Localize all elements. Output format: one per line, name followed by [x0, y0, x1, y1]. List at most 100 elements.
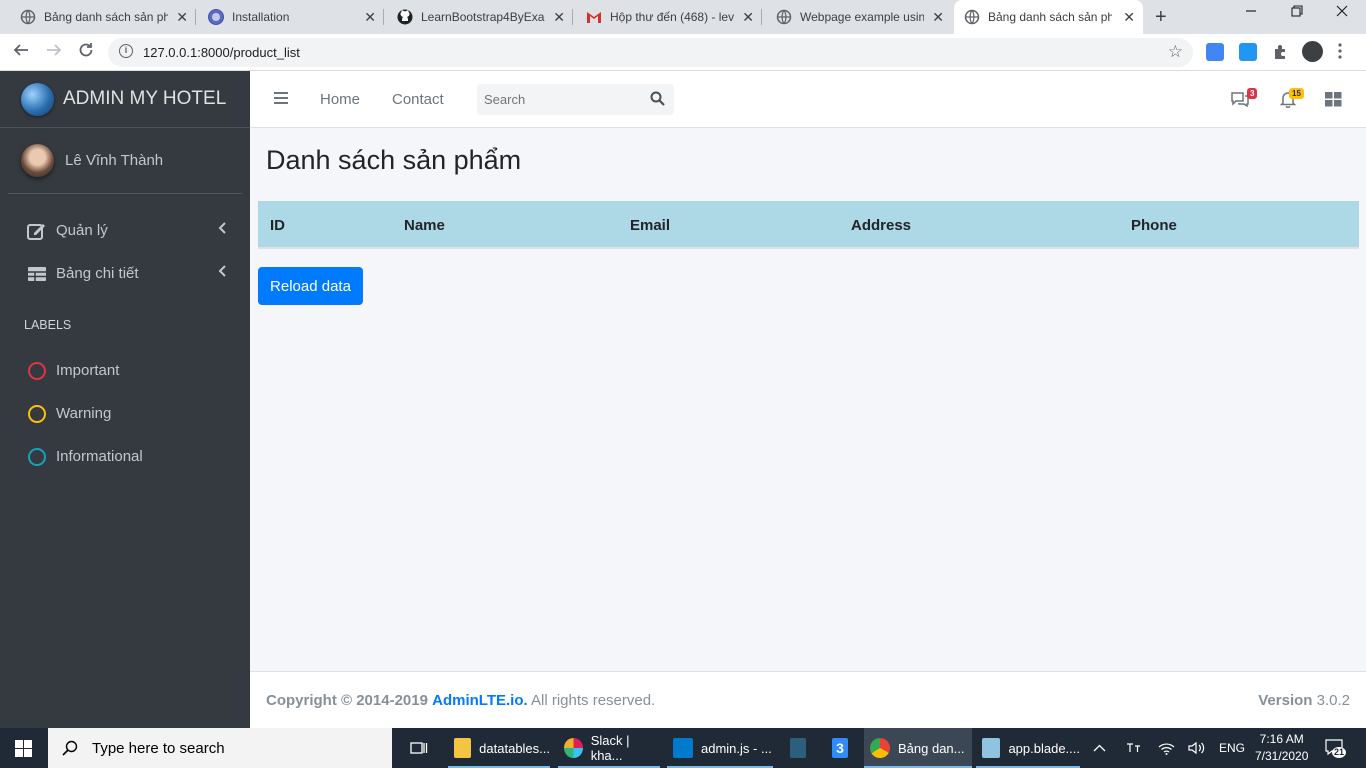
- reload-data-button[interactable]: Reload data: [258, 267, 363, 305]
- browser-tab-3[interactable]: LearnBootstrap4ByExam ✕: [387, 0, 573, 34]
- forward-icon[interactable]: [46, 42, 62, 63]
- taskbar-app-slack[interactable]: Slack | kha...: [558, 728, 660, 768]
- browser-tab-6-active[interactable]: Bảng danh sách sản phẩ ✕: [954, 0, 1143, 34]
- label-informational[interactable]: Informational: [0, 435, 250, 478]
- table-icon: [27, 265, 47, 283]
- back-icon[interactable]: [13, 42, 29, 63]
- new-tab-icon[interactable]: +: [1155, 6, 1167, 29]
- tab-title: Hộp thư đến (468) - lev: [610, 10, 734, 24]
- profile-avatar[interactable]: [1302, 41, 1323, 62]
- tab-close-icon[interactable]: ✕: [742, 9, 754, 26]
- language-indicator[interactable]: ENG: [1219, 728, 1245, 768]
- taskbar-app-label: app.blade....: [1008, 740, 1080, 756]
- column-header-email[interactable]: Email: [630, 217, 670, 234]
- taskbar-app-vscode[interactable]: admin.js - ...: [667, 728, 773, 768]
- url-text[interactable]: 127.0.0.1:8000/product_list: [143, 45, 300, 60]
- tab-separator: [761, 9, 762, 25]
- column-header-phone[interactable]: Phone: [1131, 217, 1177, 234]
- app-3-icon[interactable]: 3: [826, 728, 856, 768]
- vscode-icon: [673, 738, 693, 758]
- mysql-workbench-icon[interactable]: [784, 728, 814, 768]
- navbar-search: [477, 84, 674, 115]
- extensions-puzzle-icon[interactable]: [1272, 43, 1290, 61]
- label-text: Important: [56, 362, 120, 379]
- sidebar-item-quan-ly[interactable]: Quản lý: [0, 209, 250, 252]
- nav-home-link[interactable]: Home: [320, 91, 360, 108]
- browser-tab-4[interactable]: Hộp thư đến (468) - lev ✕: [576, 0, 762, 34]
- browser-tab-2[interactable]: Installation ✕: [198, 0, 384, 34]
- tab-title: Webpage example using: [800, 10, 924, 24]
- label-important[interactable]: Important: [0, 349, 250, 392]
- grid-apps-icon[interactable]: [1325, 92, 1342, 112]
- brand-link[interactable]: ADMIN MY HOTEL: [0, 71, 250, 128]
- taskbar-app-chrome[interactable]: Bảng dan...: [864, 728, 972, 768]
- edit-icon: [27, 222, 47, 240]
- reload-icon[interactable]: [78, 42, 94, 63]
- github-icon: [397, 9, 413, 25]
- taskbar-app-explorer[interactable]: datatables...: [448, 728, 550, 768]
- tab-title: LearnBootstrap4ByExam: [421, 10, 545, 24]
- taskbar-app-label: Bảng dan...: [898, 740, 965, 756]
- bookmark-star-icon[interactable]: ☆: [1168, 42, 1183, 62]
- label-warning[interactable]: Warning: [0, 392, 250, 435]
- globe-icon: [964, 9, 980, 25]
- close-window-icon[interactable]: [1336, 4, 1348, 20]
- column-header-name[interactable]: Name: [404, 217, 445, 234]
- search-icon[interactable]: [650, 91, 665, 111]
- browser-tab-5[interactable]: Webpage example using ✕: [766, 0, 952, 34]
- restore-icon[interactable]: [1291, 4, 1303, 20]
- ime-icon[interactable]: [1125, 728, 1141, 768]
- footer-copyright: Copyright © 2014-2019 AdminLTE.io. All r…: [266, 692, 655, 709]
- footer-version: Version 3.0.2: [1258, 692, 1350, 709]
- chevron-left-icon: [218, 265, 226, 280]
- sidebar: ADMIN MY HOTEL Lê Vĩnh Thành Quản lý Bản…: [0, 71, 250, 728]
- chevron-up-icon[interactable]: [1093, 728, 1106, 768]
- address-bar[interactable]: i 127.0.0.1:8000/product_list ☆: [108, 38, 1193, 67]
- messages-badge: 3: [1247, 88, 1258, 99]
- user-panel[interactable]: Lê Vĩnh Thành: [8, 128, 242, 194]
- tab-close-icon[interactable]: ✕: [553, 9, 565, 26]
- user-name[interactable]: Lê Vĩnh Thành: [65, 152, 163, 169]
- sidebar-menu: Quản lý Bảng chi tiết: [0, 209, 250, 295]
- search-input[interactable]: [477, 84, 642, 115]
- browser-tab-strip: Bảng danh sách sản phẩ ✕ Installation ✕ …: [0, 0, 1366, 34]
- tab-close-icon[interactable]: ✕: [1123, 9, 1135, 26]
- sidebar-item-bang-chi-tiet[interactable]: Bảng chi tiết: [0, 252, 250, 295]
- tab-close-icon[interactable]: ✕: [932, 9, 944, 26]
- browser-toolbar: i 127.0.0.1:8000/product_list ☆: [0, 34, 1366, 71]
- windows-start-icon[interactable]: [15, 740, 32, 762]
- browser-tab-1[interactable]: Bảng danh sách sản phẩ ✕: [10, 0, 196, 34]
- minimize-icon[interactable]: [1245, 4, 1257, 20]
- extension-ft-icon[interactable]: [1239, 43, 1257, 61]
- circle-icon: [28, 361, 46, 380]
- version-label: Version: [1258, 692, 1313, 709]
- globe-icon: [20, 9, 36, 25]
- more-menu-icon[interactable]: [1338, 43, 1342, 61]
- nav-contact-link[interactable]: Contact: [392, 91, 444, 108]
- task-view-icon[interactable]: [404, 728, 434, 768]
- main-header: Home Contact 3 15: [250, 71, 1366, 128]
- windows-taskbar: Type here to search datatables... Slack …: [0, 728, 1366, 768]
- tab-close-icon[interactable]: ✕: [176, 9, 188, 26]
- taskbar-app-notepad[interactable]: app.blade....: [976, 728, 1080, 768]
- taskbar-app-label: Slack | kha...: [590, 733, 630, 763]
- taskbar-app-label: datatables...: [479, 740, 550, 756]
- taskbar-search-box[interactable]: Type here to search: [48, 728, 392, 768]
- hamburger-menu-icon[interactable]: [274, 92, 288, 107]
- taskbar-clock[interactable]: 7:16 AM 7/31/2020: [1255, 731, 1308, 765]
- tab-title: Bảng danh sách sản phẩ: [44, 10, 168, 24]
- column-header-address[interactable]: Address: [851, 217, 911, 234]
- tab-close-icon[interactable]: ✕: [364, 9, 376, 26]
- clock-time: 7:16 AM: [1259, 732, 1304, 746]
- adminlte-link[interactable]: AdminLTE.io.: [432, 692, 528, 709]
- info-icon[interactable]: i: [119, 44, 133, 58]
- google-translate-icon[interactable]: [1206, 43, 1224, 61]
- product-table-header: ID Name Email Address Phone: [258, 201, 1359, 249]
- wifi-icon[interactable]: [1158, 728, 1175, 768]
- column-header-id[interactable]: ID: [270, 217, 285, 234]
- workbench-icon: [790, 738, 806, 758]
- version-number: 3.0.2: [1316, 692, 1350, 709]
- folder-icon: [454, 738, 472, 758]
- search-icon: [62, 740, 78, 756]
- volume-icon[interactable]: [1188, 728, 1205, 768]
